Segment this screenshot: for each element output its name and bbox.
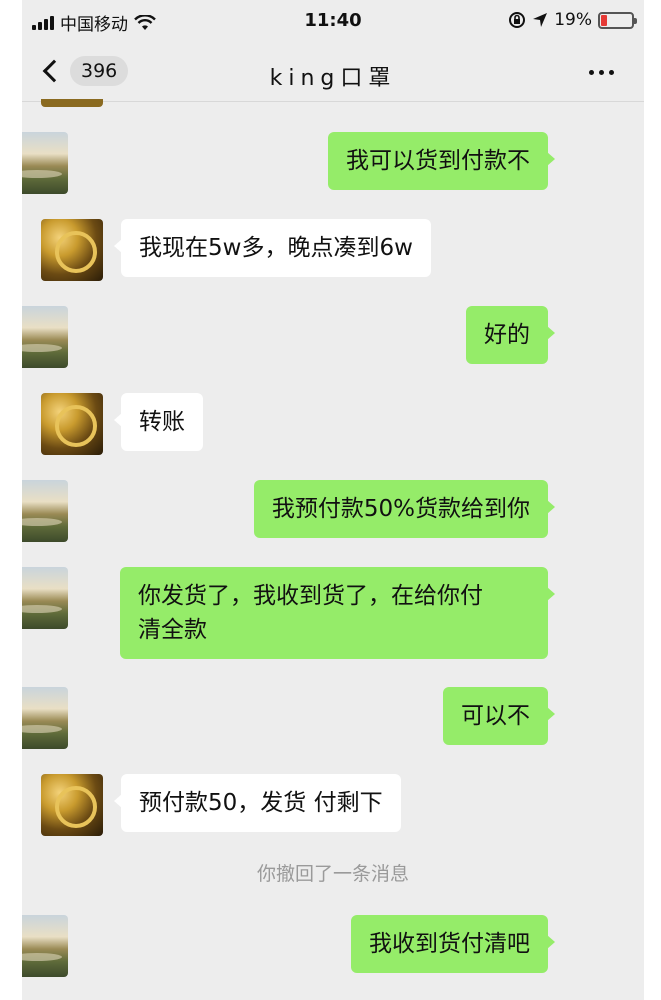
- chat-title: king口罩: [269, 66, 397, 91]
- status-bar: 中国移动 11:40 19%: [22, 0, 644, 46]
- self-avatar[interactable]: [22, 567, 68, 629]
- self-avatar[interactable]: [22, 132, 68, 194]
- message-line: 清全款: [138, 617, 207, 643]
- message-bubble[interactable]: 好的: [466, 306, 555, 364]
- self-avatar[interactable]: [22, 480, 68, 542]
- message-list[interactable]: 我可以货到付款不 我现在5w多，晚点凑到6w 好的 转账 我预付款50%货款给到…: [22, 99, 644, 1000]
- self-avatar[interactable]: [22, 687, 68, 749]
- chat-screen: 中国移动 11:40 19% 396 king口罩 我可以货到付款不 我现在5w…: [22, 0, 644, 1000]
- message-row: 预付款50，发货 付剩下: [22, 774, 644, 836]
- message-row: 我收到货付清吧: [22, 915, 644, 977]
- battery-percent: 19%: [554, 10, 592, 30]
- message-bubble[interactable]: 预付款50，发货 付剩下: [114, 774, 401, 832]
- message-row: 可以不: [22, 687, 644, 749]
- status-icons: 19%: [508, 10, 637, 30]
- self-avatar[interactable]: [22, 306, 68, 368]
- more-dot: [599, 70, 604, 75]
- message-row: 转账: [22, 393, 644, 455]
- message-row: 你发货了，我收到货了，在给你付 清全款: [22, 567, 644, 659]
- message-bubble[interactable]: 我可以货到付款不: [328, 132, 555, 190]
- more-dot: [609, 70, 614, 75]
- contact-avatar[interactable]: [41, 219, 103, 281]
- location-icon: [533, 13, 548, 27]
- message-bubble[interactable]: 转账: [114, 393, 203, 451]
- battery-icon: [598, 11, 637, 29]
- message-bubble[interactable]: 我现在5w多，晚点凑到6w: [114, 219, 431, 277]
- self-avatar[interactable]: [22, 915, 68, 977]
- recall-notice: 你撤回了一条消息: [256, 863, 409, 885]
- message-row: 我现在5w多，晚点凑到6w: [22, 219, 644, 281]
- avatar[interactable]: [41, 99, 103, 107]
- message-bubble[interactable]: 可以不: [443, 687, 555, 745]
- more-button[interactable]: [589, 70, 614, 75]
- orientation-lock-icon: [509, 12, 526, 28]
- contact-avatar[interactable]: [41, 774, 103, 836]
- message-line: 你发货了，我收到货了，在给你付: [138, 583, 483, 609]
- message-row: 好的: [22, 306, 644, 368]
- nav-bar: 396 king口罩: [22, 46, 644, 102]
- contact-avatar[interactable]: [41, 393, 103, 455]
- message-row: 我预付款50%货款给到你: [22, 480, 644, 542]
- more-dot: [589, 70, 594, 75]
- message-bubble[interactable]: 我预付款50%货款给到你: [253, 480, 556, 538]
- message-bubble[interactable]: 我收到货付清吧: [351, 915, 555, 973]
- message-row: 我可以货到付款不: [22, 132, 644, 194]
- message-bubble[interactable]: 你发货了，我收到货了，在给你付 清全款: [120, 567, 555, 659]
